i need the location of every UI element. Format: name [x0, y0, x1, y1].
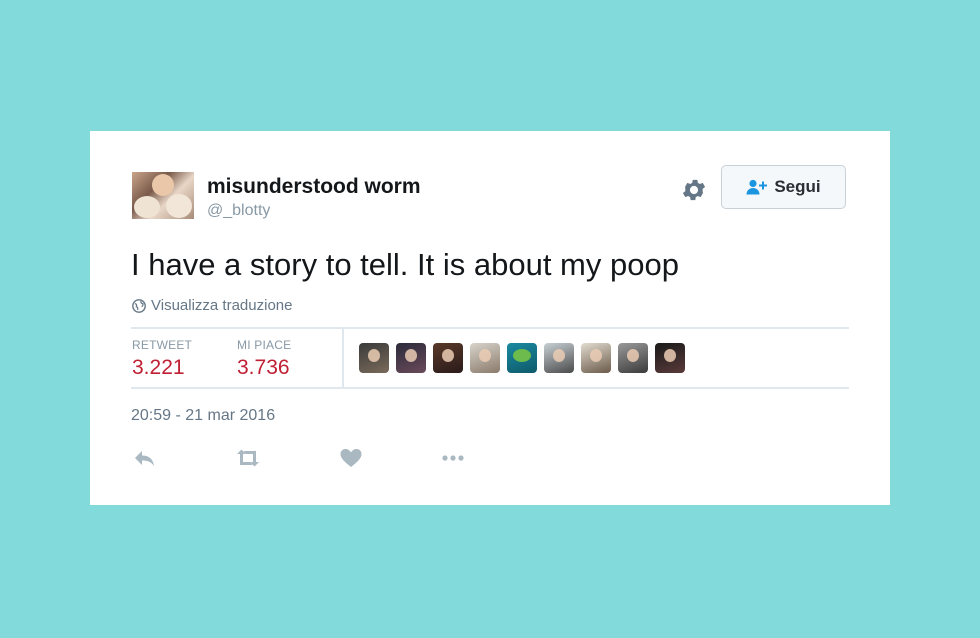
- liker-avatar[interactable]: [396, 343, 426, 373]
- retweet-count[interactable]: 3.221: [132, 356, 185, 380]
- globe-icon: [132, 298, 146, 313]
- liker-avatar[interactable]: [470, 343, 500, 373]
- translate-label: Visualizza traduzione: [151, 297, 293, 314]
- divider: [131, 327, 849, 329]
- liker-avatar[interactable]: [507, 343, 537, 373]
- tweet-text: I have a story to tell. It is about my p…: [131, 247, 679, 282]
- tweet-timestamp[interactable]: 20:59 - 21 mar 2016: [131, 407, 275, 425]
- liker-avatar[interactable]: [433, 343, 463, 373]
- user-handle[interactable]: @_blotty: [207, 202, 270, 220]
- user-avatar[interactable]: [132, 172, 194, 219]
- liker-avatar[interactable]: [655, 343, 685, 373]
- tweet-card: misunderstood worm @_blotty Segui I have…: [90, 131, 890, 505]
- reply-icon[interactable]: [132, 447, 158, 469]
- follow-button[interactable]: Segui: [721, 165, 846, 209]
- translate-link[interactable]: Visualizza traduzione: [132, 297, 292, 314]
- retweet-icon[interactable]: [235, 447, 261, 469]
- retweet-count-label[interactable]: RETWEET: [132, 338, 192, 352]
- stats-separator: [342, 329, 344, 387]
- likers-list: [359, 343, 692, 373]
- like-count[interactable]: 3.736: [237, 356, 290, 380]
- more-icon[interactable]: [440, 447, 466, 469]
- like-count-label[interactable]: MI PIACE: [237, 338, 291, 352]
- add-user-icon: [746, 179, 768, 195]
- liker-avatar[interactable]: [359, 343, 389, 373]
- like-icon[interactable]: [338, 447, 364, 469]
- follow-button-label: Segui: [774, 177, 821, 196]
- divider: [131, 387, 849, 389]
- liker-avatar[interactable]: [581, 343, 611, 373]
- liker-avatar[interactable]: [544, 343, 574, 373]
- display-name[interactable]: misunderstood worm: [207, 175, 421, 199]
- liker-avatar[interactable]: [618, 343, 648, 373]
- gear-icon[interactable]: [680, 176, 708, 204]
